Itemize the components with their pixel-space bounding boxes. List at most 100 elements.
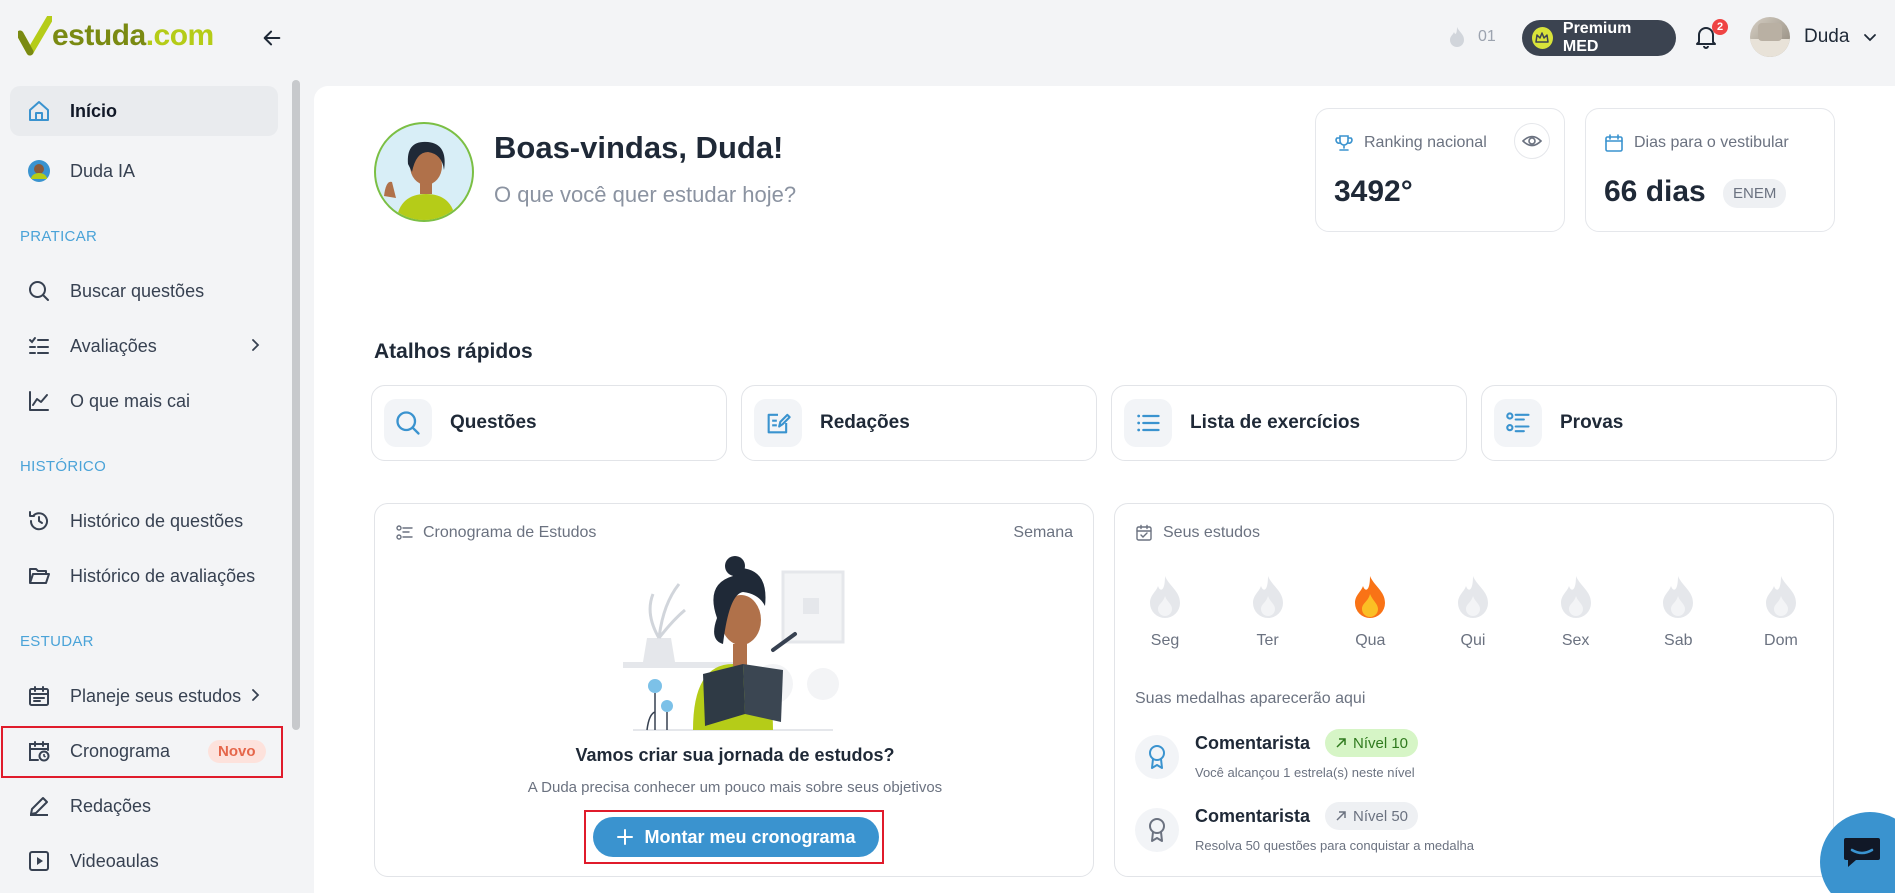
app-root: estuda .com 01 Premium MED 2 Duda Início… [0, 0, 1895, 893]
estuda-logo[interactable]: estuda .com [18, 16, 214, 56]
sidebar-item-label: Início [70, 100, 118, 121]
sidebar-item-o-que-mais-cai[interactable]: O que mais cai [10, 376, 278, 426]
day-dom: Dom [1751, 574, 1811, 650]
studies-title: Seus estudos [1163, 524, 1260, 541]
eye-icon [1522, 135, 1542, 147]
history-icon [26, 508, 52, 534]
flame-icon [1560, 576, 1591, 618]
section-label-historico: HISTÓRICO [20, 458, 107, 475]
sidebar-item-cronograma[interactable]: Cronograma Novo [10, 726, 278, 776]
checklist-icon [26, 333, 52, 359]
sidebar-scrollbar[interactable] [292, 80, 300, 893]
exam-tag: ENEM [1723, 179, 1787, 208]
schedule-title: Cronograma de Estudos [423, 524, 597, 541]
schedule-panel-header: Cronograma de Estudos [395, 524, 596, 542]
sidebar-item-buscar-questoes[interactable]: Buscar questões [10, 266, 278, 316]
medal-level-badge: Nível 10 [1325, 729, 1419, 757]
medal-level: Nível 50 [1353, 807, 1409, 825]
studies-panel: Seus estudos Seg Ter Qua Qui Sex Sab Dom… [1114, 503, 1834, 877]
shortcuts-title: Atalhos rápidos [374, 340, 533, 363]
day-qua-active: Qua [1340, 574, 1400, 650]
sidebar-item-historico-questoes[interactable]: Histórico de questões [10, 496, 278, 546]
crown-icon [1532, 27, 1553, 49]
welcome-title: Boas-vindas, Duda! [494, 130, 784, 165]
schedule-list-icon [396, 525, 413, 540]
sidebar-item-redacoes[interactable]: Redações [10, 781, 278, 831]
study-illustration [623, 556, 845, 731]
day-label: Qua [1355, 632, 1386, 649]
day-ter: Ter [1238, 574, 1298, 650]
user-name: Duda [1804, 26, 1850, 47]
duda-avatar-icon [26, 158, 52, 184]
welcome-subtitle: O que você quer estudar hoje? [494, 182, 797, 207]
flame-icon [1450, 27, 1464, 47]
sidebar-item-label: Planeje seus estudos [70, 685, 242, 706]
sidebar: Início Duda IA PRATICAR Buscar questões … [0, 76, 292, 893]
trophy-icon [1335, 135, 1353, 151]
chat-bubble-icon [1844, 838, 1880, 867]
medal-level: Nível 10 [1353, 734, 1409, 752]
flame-icon [1765, 576, 1796, 618]
shortcut-provas[interactable]: Provas [1481, 385, 1837, 461]
premium-label: Premium MED [1562, 20, 1632, 55]
medal-item[interactable]: Comentarista Nível 50 Resolva 50 questõe… [1135, 802, 1775, 862]
build-schedule-label: Montar meu cronograma [644, 826, 856, 847]
day-label: Ter [1256, 632, 1279, 649]
sidebar-item-avaliacoes[interactable]: Avaliações [10, 321, 278, 371]
sidebar-item-duda-ia[interactable]: Duda IA [10, 146, 278, 196]
sidebar-item-inicio[interactable]: Início [10, 86, 278, 136]
medal-item[interactable]: Comentarista Nível 10 Você alcançou 1 es… [1135, 729, 1775, 789]
new-badge: Novo [208, 739, 266, 763]
shortcut-redacoes[interactable]: Redações [741, 385, 1097, 461]
days-label-row: Dias para o vestibular [1604, 133, 1789, 153]
pencil-icon [26, 793, 52, 819]
toggle-ranking-visibility-button[interactable] [1514, 123, 1550, 159]
chevron-right-icon [252, 689, 260, 701]
arrow-up-right-icon [1336, 811, 1346, 821]
flame-icon [1663, 576, 1694, 618]
sidebar-item-videoaulas[interactable]: Videoaulas [10, 836, 278, 886]
medal-locked-icon [1135, 808, 1179, 852]
streak-indicator[interactable]: 01 [1448, 26, 1496, 48]
day-sex: Sex [1546, 574, 1606, 650]
day-seg: Seg [1135, 574, 1195, 650]
sidebar-item-label: Duda IA [70, 160, 136, 181]
notifications-button[interactable]: 2 [1694, 19, 1728, 52]
collapse-sidebar-button[interactable] [258, 24, 286, 52]
list-icon [1124, 399, 1172, 447]
ranking-card: Ranking nacional 3492° [1315, 108, 1565, 232]
calendar-icon [1605, 134, 1623, 152]
day-label: Seg [1150, 632, 1180, 649]
arrow-left-icon [263, 30, 281, 46]
day-label: Sex [1561, 632, 1590, 649]
play-square-icon [26, 848, 52, 874]
ranking-label: Ranking nacional [1364, 134, 1487, 151]
section-label-praticar: PRATICAR [20, 228, 98, 245]
scrollbar-thumb[interactable] [292, 80, 300, 730]
shortcut-label: Provas [1560, 412, 1624, 433]
checkmark-logo-icon [18, 16, 52, 56]
day-label: Qui [1460, 632, 1486, 649]
medals-label: Suas medalhas aparecerão aqui [1135, 690, 1366, 707]
medal-description: Resolva 50 questões para conquistar a me… [1195, 838, 1474, 853]
day-qui: Qui [1443, 574, 1503, 650]
top-header: estuda .com 01 Premium MED 2 Duda [0, 0, 1895, 76]
section-label-estudar: ESTUDAR [20, 633, 94, 650]
search-icon [26, 278, 52, 304]
shortcut-questoes[interactable]: Questões [371, 385, 727, 461]
user-menu[interactable]: Duda [1750, 17, 1877, 57]
shortcut-lista-exercicios[interactable]: Lista de exercícios [1111, 385, 1467, 461]
ranking-label-row: Ranking nacional [1334, 133, 1487, 153]
home-icon [26, 98, 52, 124]
week-days-row: Seg Ter Qua Qui Sex Sab Dom [1135, 574, 1811, 650]
journey-heading: Vamos criar sua jornada de estudos? [575, 745, 895, 765]
sidebar-item-label: Redações [70, 795, 152, 816]
calendar-clock-icon [26, 738, 52, 764]
day-sab: Sab [1648, 574, 1708, 650]
build-schedule-button[interactable]: Montar meu cronograma [593, 817, 879, 857]
sidebar-item-label: Histórico de avaliações [70, 565, 256, 586]
flame-icon [1252, 576, 1283, 618]
sidebar-item-historico-avaliacoes[interactable]: Histórico de avaliações [10, 551, 278, 601]
premium-badge[interactable]: Premium MED [1522, 20, 1676, 56]
sidebar-item-planeje-estudos[interactable]: Planeje seus estudos [10, 671, 278, 721]
